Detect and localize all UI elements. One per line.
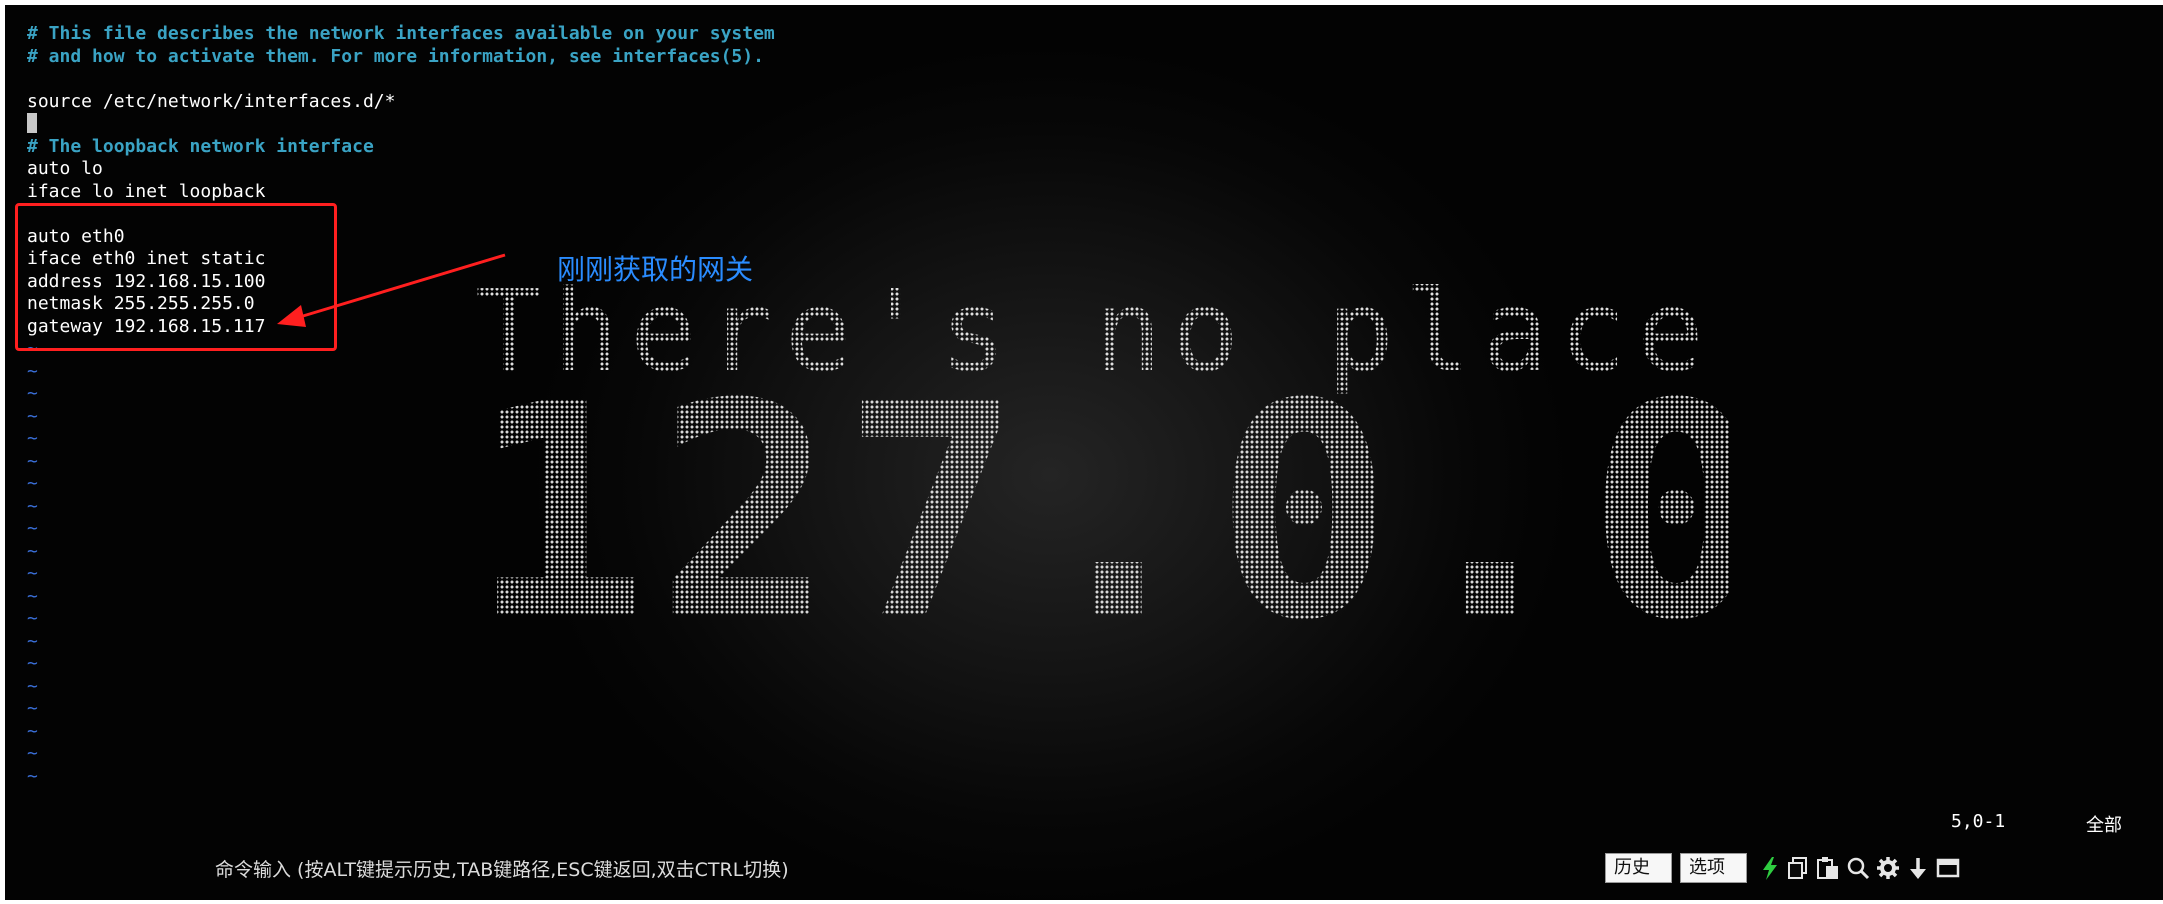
empty-line-marker: ~ xyxy=(27,765,38,787)
scroll-indicator: 全部 xyxy=(2086,815,2122,836)
vi-editor-buffer[interactable]: # This file describes the network interf… xyxy=(27,23,1427,788)
empty-line-marker: ~ xyxy=(27,585,38,607)
empty-line-marker: ~ xyxy=(27,563,38,584)
search-icon[interactable] xyxy=(1845,855,1871,881)
history-button[interactable]: 历史 xyxy=(1605,853,1672,883)
terminal-window[interactable]: There's no place like 127.0.0.1 # This f… xyxy=(5,5,2163,900)
empty-line-marker: ~ xyxy=(27,653,38,674)
empty-line-marker: ~ xyxy=(27,630,38,652)
editor-blank-line xyxy=(27,68,1427,91)
empty-line-marker: ~ xyxy=(27,698,38,719)
empty-line-marker: ~ xyxy=(27,495,38,517)
empty-line-marker: ~ xyxy=(27,383,38,404)
editor-comment-line: # This file describes the network interf… xyxy=(27,23,775,44)
empty-line-marker: ~ xyxy=(27,473,38,494)
window-icon[interactable] xyxy=(1935,855,1961,881)
editor-code-line: source /etc/network/interfaces.d/* xyxy=(27,90,396,112)
empty-line-marker: ~ xyxy=(27,608,38,629)
empty-line-marker: ~ xyxy=(27,675,38,697)
empty-line-marker: ~ xyxy=(27,540,38,562)
command-input[interactable]: 命令输入 (按ALT键提示历史,TAB键路径,ESC键返回,双击CTRL切换) xyxy=(215,855,789,882)
gear-icon[interactable] xyxy=(1875,855,1901,881)
editor-code-line: auto lo xyxy=(27,158,103,179)
app-window: There's no place like 127.0.0.1 # This f… xyxy=(0,0,2163,904)
lightning-icon[interactable] xyxy=(1757,855,1783,881)
command-bar: 命令输入 (按ALT键提示历史,TAB键路径,ESC键返回,双击CTRL切换) … xyxy=(5,845,2163,900)
empty-line-marker: ~ xyxy=(27,518,38,539)
editor-comment-line: # and how to activate them. For more inf… xyxy=(27,45,764,67)
vi-status-ruler: 5,0-1 全部 xyxy=(1951,811,2131,836)
arrow-down-icon[interactable] xyxy=(1905,855,1931,881)
annotation-label: 刚刚获取的网关 xyxy=(557,253,754,286)
empty-line-marker: ~ xyxy=(27,450,38,472)
options-button[interactable]: 选项 xyxy=(1680,853,1747,883)
empty-line-marker: ~ xyxy=(27,743,38,764)
editor-comment-line: # The loopback network interface xyxy=(27,135,374,157)
cursor-position: 5,0-1 xyxy=(1951,811,2006,832)
paste-icon[interactable] xyxy=(1815,855,1841,881)
empty-line-marker: ~ xyxy=(27,720,38,742)
annotation-highlight-box xyxy=(15,203,337,351)
editor-cursor-line xyxy=(27,113,1427,136)
editor-code-line: iface lo inet loopback xyxy=(27,180,266,202)
copy-icon[interactable] xyxy=(1785,855,1811,881)
empty-line-marker: ~ xyxy=(27,428,38,449)
empty-line-marker: ~ xyxy=(27,405,38,427)
text-cursor xyxy=(27,113,37,133)
empty-line-marker: ~ xyxy=(27,360,38,382)
